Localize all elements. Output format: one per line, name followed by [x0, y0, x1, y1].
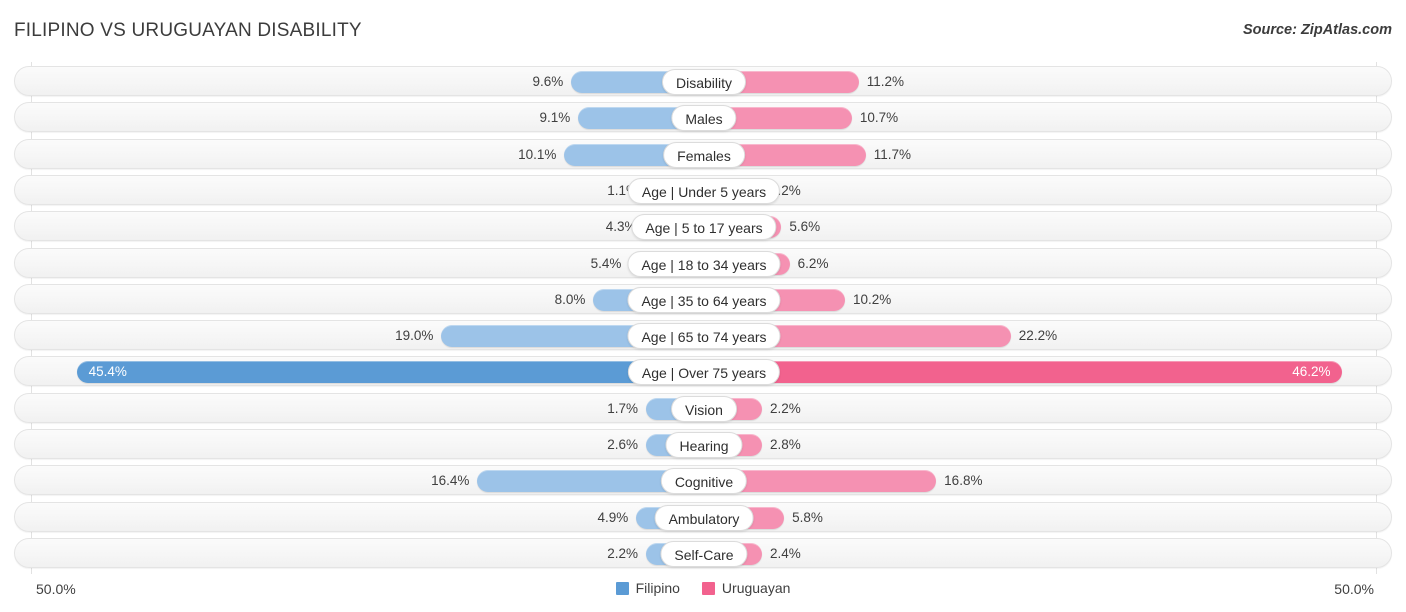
chart-row: 10.1% 11.7% Females [14, 138, 1392, 169]
value-label-filipino: 4.3% [605, 219, 637, 235]
value-label-uruguayan: 2.4% [770, 545, 801, 561]
bar-uruguayan [704, 361, 1343, 384]
source-label: Source: ZipAtlas.com [1242, 22, 1392, 38]
chart-row: 4.9% 5.8% Ambulatory [14, 501, 1392, 532]
value-label-uruguayan: 10.7% [859, 110, 899, 126]
row-category-label: Self-Care [660, 540, 748, 567]
chart-row: 16.4% 16.8% Cognitive [14, 465, 1392, 496]
row-category-label: Age | Over 75 years [627, 359, 781, 386]
row-category-label: Age | 35 to 64 years [627, 286, 781, 313]
value-label-filipino: 5.4% [590, 255, 622, 271]
legend-label: Filipino [635, 580, 680, 596]
chart-header: FILIPINO VS URUGUAYAN DISABILITY Source:… [0, 0, 1406, 62]
row-category-label: Males [671, 105, 737, 132]
value-label-uruguayan: 22.2% [1018, 328, 1058, 344]
row-category-label: Females [663, 141, 745, 168]
value-label-filipino: 10.1% [518, 146, 557, 162]
value-label-uruguayan: 2.2% [770, 400, 801, 416]
row-category-label: Cognitive [660, 468, 748, 495]
value-label-filipino: 2.6% [607, 437, 638, 452]
row-category-label: Age | 5 to 17 years [631, 214, 777, 241]
value-label-filipino: 1.1% [607, 182, 638, 198]
row-category-label: Hearing [665, 432, 743, 458]
legend-item: Filipino [615, 580, 680, 596]
chart-legend: Filipino Uruguayan [0, 580, 1406, 596]
value-label-filipino: 45.4% [88, 364, 127, 380]
value-label-uruguayan: 11.2% [866, 74, 905, 89]
chart-row: 9.6% 11.2% Disability [14, 66, 1392, 96]
value-label-filipino: 16.4% [431, 473, 470, 489]
value-label-uruguayan: 6.2% [797, 255, 829, 271]
value-label-filipino: 4.9% [597, 509, 629, 525]
legend-item: Uruguayan [701, 580, 791, 596]
page-title: FILIPINO VS URUGUAYAN DISABILITY [14, 20, 362, 41]
value-label-filipino: 2.2% [607, 545, 638, 561]
chart-plot-area: 9.6% 11.2% Disability 9.1% 10.7% Males 10.1% 11… [0, 62, 1406, 574]
row-category-label: Age | 18 to 34 years [627, 250, 781, 277]
chart-row: 5.4% 6.2% Age | 18 to 34 years [14, 247, 1392, 278]
row-category-label: Vision [671, 395, 737, 422]
legend-label: Uruguayan [721, 580, 791, 596]
chart-row: 1.1% 1.2% Age | Under 5 years [14, 174, 1392, 205]
value-label-filipino: 9.6% [532, 74, 564, 89]
value-label-uruguayan: 5.8% [792, 509, 823, 525]
value-label-uruguayan: 2.8% [770, 437, 801, 452]
value-label-uruguayan: 16.8% [944, 473, 983, 489]
chart-row: 8.0% 10.2% Age | 35 to 64 years [14, 283, 1392, 314]
chart-row: 4.3% 5.6% Age | 5 to 17 years [14, 211, 1392, 242]
row-category-label: Age | Under 5 years [627, 177, 781, 204]
row-category-label: Age | 65 to 74 years [627, 323, 781, 350]
value-label-uruguayan: 46.2% [1292, 364, 1331, 380]
chart-row: 1.7% 2.2% Vision [14, 392, 1392, 423]
value-label-filipino: 9.1% [539, 110, 571, 126]
legend-swatch-icon [615, 582, 629, 595]
chart-footer: 50.0% 50.0% Filipino Uruguayan [0, 574, 1406, 612]
chart-row: 9.1% 10.7% Males [14, 102, 1392, 133]
chart-row: 19.0% 22.2% Age | 65 to 74 years [14, 320, 1392, 351]
value-label-filipino: 1.7% [607, 400, 638, 416]
value-label-uruguayan: 11.7% [873, 146, 911, 162]
chart-row: 2.2% 2.4% Self-Care [14, 537, 1392, 568]
value-label-filipino: 8.0% [554, 291, 586, 307]
chart-row: 2.6% 2.8% Hearing [14, 429, 1392, 459]
value-label-filipino: 19.0% [395, 328, 434, 344]
legend-swatch-icon [701, 582, 715, 595]
chart-row: 45.4% 46.2% Age | Over 75 years [14, 356, 1392, 387]
row-category-label: Ambulatory [654, 504, 754, 531]
value-label-uruguayan: 10.2% [852, 291, 892, 307]
row-category-label: Disability [661, 69, 747, 95]
bar-filipino [76, 361, 704, 384]
value-label-uruguayan: 5.6% [789, 219, 821, 235]
